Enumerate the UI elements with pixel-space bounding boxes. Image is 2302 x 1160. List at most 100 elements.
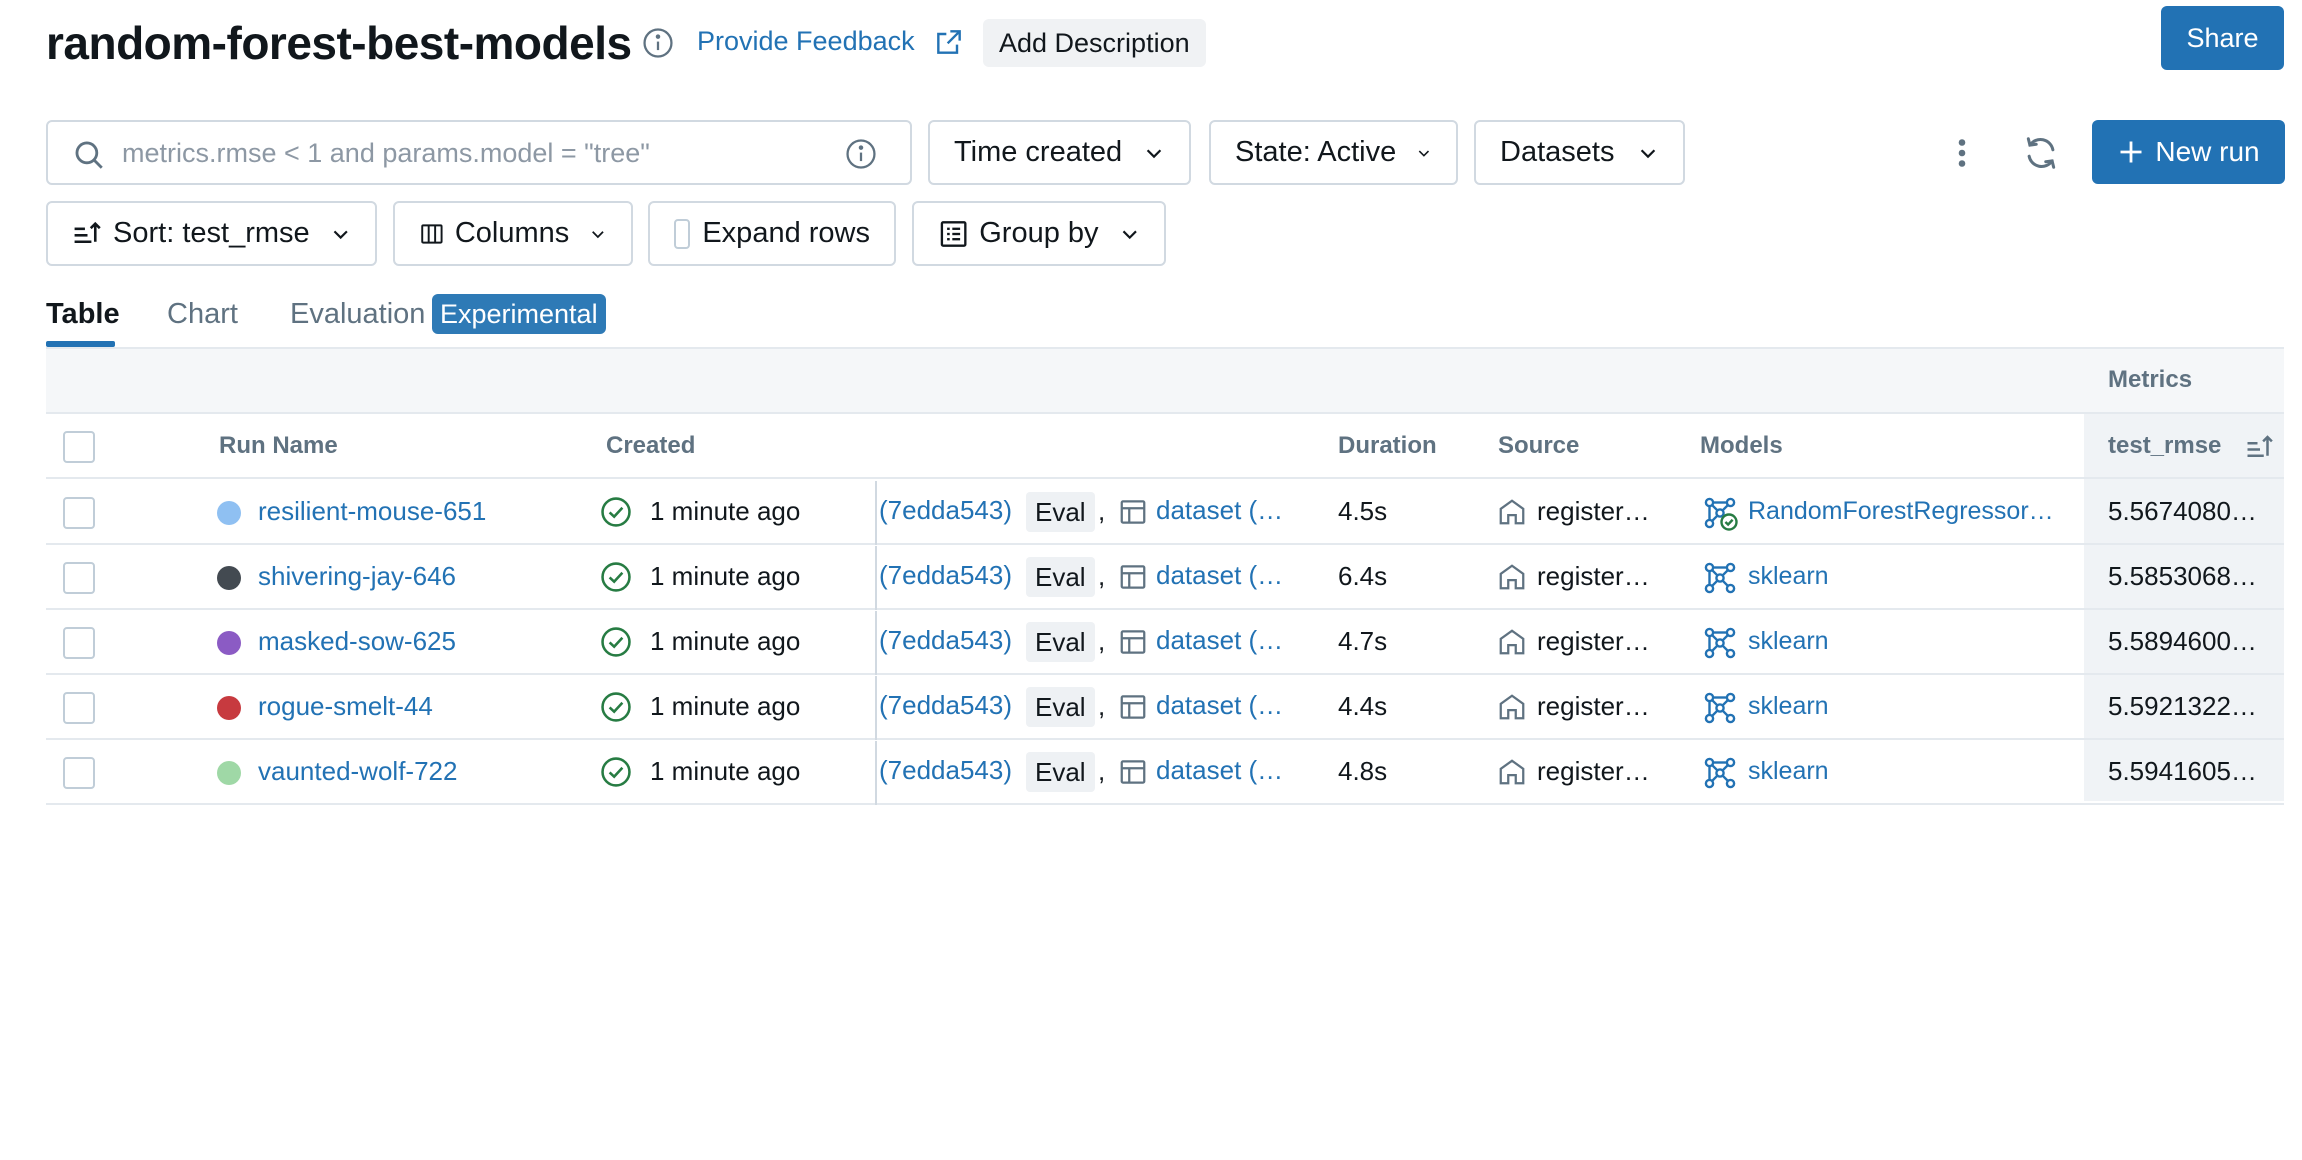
model-link[interactable]: RandomForestRegressor… — [1748, 497, 2054, 526]
column-divider — [875, 611, 877, 675]
created-time: 1 minute ago — [650, 691, 801, 721]
columns-label: Columns — [454, 217, 570, 249]
sort-dropdown[interactable]: Sort: test_rmse — [46, 201, 377, 266]
chevron-down-icon — [1146, 148, 1162, 158]
header-test-rmse[interactable]: test_rmse — [2108, 432, 2221, 460]
run-name-link[interactable]: masked-sow-625 — [258, 626, 456, 657]
run-name-link[interactable]: shivering-jay-646 — [258, 561, 456, 592]
model-link[interactable]: sklearn — [1748, 627, 1829, 656]
row-checkbox[interactable] — [63, 497, 95, 529]
chevron-down-icon — [592, 230, 604, 238]
header-models[interactable]: Models — [1700, 432, 1783, 460]
table-row[interactable]: masked-sow-625 1 minute ago (7edda543) Eval… — [46, 611, 2284, 675]
share-button[interactable]: Share — [2161, 6, 2284, 70]
info-icon[interactable] — [641, 26, 675, 60]
header-source[interactable]: Source — [1498, 432, 1579, 460]
row-checkbox[interactable] — [63, 562, 95, 594]
search-info-icon[interactable] — [844, 137, 878, 171]
dataset-digest-link[interactable]: (7edda543) — [879, 755, 1012, 786]
table-row[interactable]: resilient-mouse-651 1 minute ago (7edda543… — [46, 481, 2284, 545]
new-run-button[interactable]: New run — [2092, 120, 2285, 184]
registered-model-icon — [1702, 495, 1738, 531]
run-name-link[interactable]: rogue-smelt-44 — [258, 691, 433, 722]
column-divider — [875, 741, 877, 805]
dataset-digest-link[interactable]: (7edda543) — [879, 560, 1012, 591]
model-link[interactable]: sklearn — [1748, 562, 1829, 591]
created-time: 1 minute ago — [650, 496, 801, 526]
tab-chart[interactable]: Chart — [167, 298, 238, 331]
state-filter-dropdown[interactable]: State: Active — [1209, 120, 1458, 185]
created-time: 1 minute ago — [650, 626, 801, 656]
test-rmse-value: 5.5921322… — [2108, 691, 2257, 721]
header-duration[interactable]: Duration — [1338, 432, 1437, 460]
tab-evaluation[interactable]: Evaluation — [290, 298, 425, 331]
run-duration: 4.7s — [1338, 626, 1388, 656]
expand-rows-toggle[interactable]: Expand rows — [648, 201, 896, 266]
columns-dropdown[interactable]: Columns — [393, 201, 633, 266]
table-row[interactable]: shivering-jay-646 1 minute ago (7edda543) E… — [46, 546, 2284, 610]
dataset-digest-link[interactable]: (7edda543) — [879, 495, 1012, 526]
home-icon — [1497, 627, 1527, 657]
table-row[interactable]: vaunted-wolf-722 1 minute ago (7edda543) Ev… — [46, 741, 2284, 805]
column-divider — [875, 546, 877, 610]
table-icon — [1118, 627, 1148, 657]
dataset-link[interactable]: dataset (… — [1156, 495, 1283, 526]
check-circle-icon — [599, 560, 633, 594]
group-by-dropdown[interactable]: Group by — [912, 201, 1166, 266]
plus-icon — [2120, 141, 2142, 163]
select-all-checkbox[interactable] — [63, 431, 95, 463]
created-time: 1 minute ago — [650, 561, 801, 591]
test-rmse-value: 5.5894600… — [2108, 626, 2257, 656]
dataset-digest-link[interactable]: (7edda543) — [879, 690, 1012, 721]
header-run-name[interactable]: Run Name — [219, 432, 338, 460]
check-circle-icon — [599, 495, 633, 529]
run-color-dot[interactable] — [217, 761, 241, 785]
check-circle-icon — [599, 690, 633, 724]
time-created-dropdown[interactable]: Time created — [928, 120, 1191, 185]
dataset-link[interactable]: dataset (… — [1156, 625, 1283, 656]
new-run-label: New run — [2155, 136, 2260, 167]
list-icon — [940, 220, 967, 247]
refresh-icon[interactable] — [2022, 134, 2060, 172]
page-title: random-forest-best-models — [46, 17, 632, 69]
add-description-button[interactable]: Add Description — [983, 19, 1206, 67]
sort-ascending-icon[interactable] — [2244, 432, 2276, 462]
dataset-link[interactable]: dataset (… — [1156, 560, 1283, 591]
row-checkbox[interactable] — [63, 757, 95, 789]
run-color-dot[interactable] — [217, 501, 241, 525]
dataset-link[interactable]: dataset (… — [1156, 690, 1283, 721]
model-link[interactable]: sklearn — [1748, 757, 1829, 786]
row-checkbox[interactable] — [63, 627, 95, 659]
run-color-dot[interactable] — [217, 631, 241, 655]
run-name-link[interactable]: resilient-mouse-651 — [258, 496, 486, 527]
tab-table[interactable]: Table — [46, 298, 120, 331]
run-duration: 4.4s — [1338, 691, 1388, 721]
column-group-header-row — [46, 349, 2284, 414]
table-icon — [1118, 757, 1148, 787]
eval-tag: Eval — [1026, 752, 1095, 792]
external-link-icon[interactable] — [933, 26, 965, 58]
dataset-digest-link[interactable]: (7edda543) — [879, 625, 1012, 656]
sort-label: Sort: test_rmse — [113, 217, 310, 249]
run-name-link[interactable]: vaunted-wolf-722 — [258, 756, 457, 787]
kebab-menu-icon[interactable] — [1944, 135, 1980, 171]
table-icon — [1118, 562, 1148, 592]
datasets-dropdown[interactable]: Datasets — [1474, 120, 1685, 185]
state-filter-label: State: Active — [1235, 136, 1397, 168]
row-checkbox[interactable] — [63, 692, 95, 724]
run-color-dot[interactable] — [217, 696, 241, 720]
model-link[interactable]: sklearn — [1748, 692, 1829, 721]
separator-comma: , — [1098, 561, 1106, 591]
model-icon — [1702, 690, 1738, 726]
test-rmse-value: 5.5941605… — [2108, 756, 2257, 786]
header-created[interactable]: Created — [606, 432, 695, 460]
table-header-row — [46, 414, 2284, 479]
model-icon — [1702, 755, 1738, 791]
expand-rows-checkbox[interactable] — [674, 218, 691, 249]
group-by-label: Group by — [979, 217, 1099, 249]
provide-feedback-link[interactable]: Provide Feedback — [697, 26, 915, 57]
search-input[interactable]: metrics.rmse < 1 and params.model = "tre… — [46, 120, 912, 185]
table-row[interactable]: rogue-smelt-44 1 minute ago (7edda543) Eval… — [46, 676, 2284, 740]
run-color-dot[interactable] — [217, 566, 241, 590]
dataset-link[interactable]: dataset (… — [1156, 755, 1283, 786]
